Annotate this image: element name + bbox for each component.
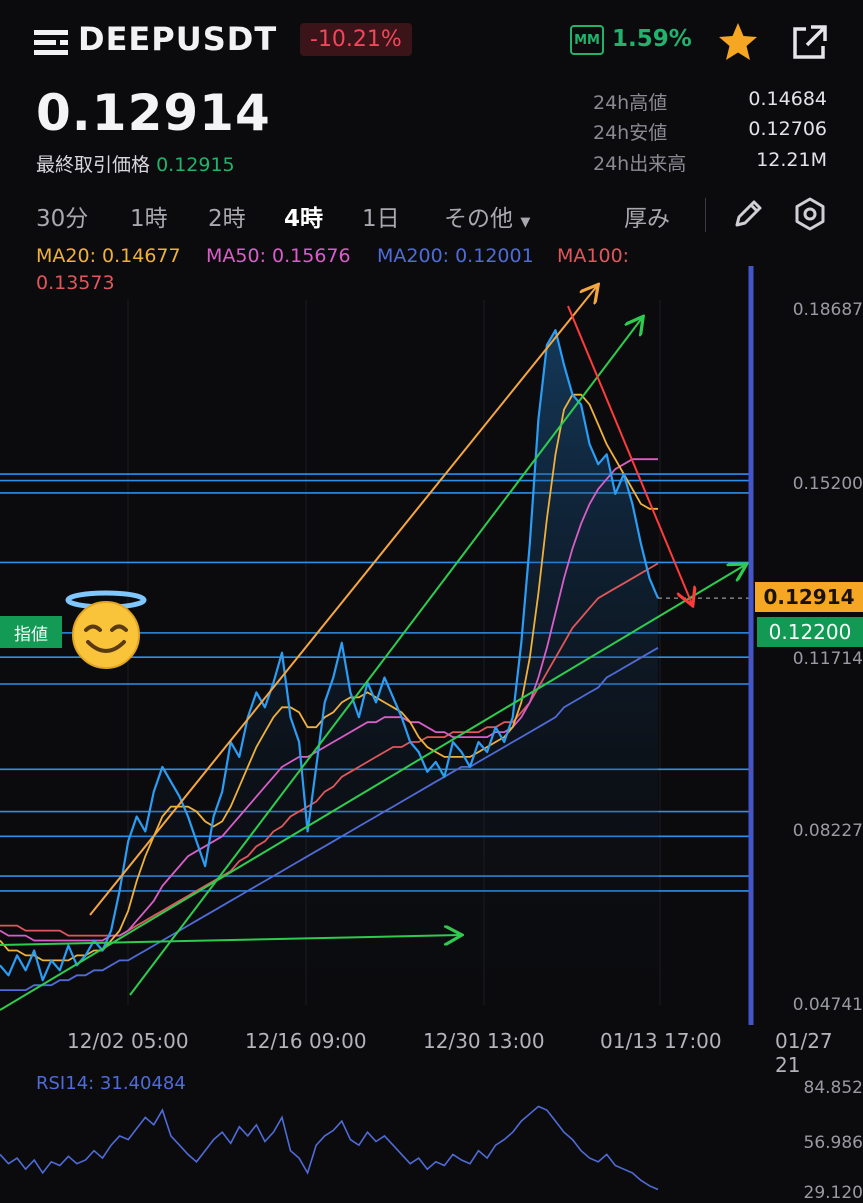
menu-icon[interactable] — [34, 28, 68, 56]
y-tick: 0.18687 — [792, 300, 863, 320]
y-tick: 0.04741 — [792, 995, 863, 1015]
tab-more[interactable]: その他 ▼ — [444, 199, 530, 233]
smiley-halo-emoji-icon — [65, 590, 147, 669]
pencil-icon[interactable] — [730, 196, 766, 232]
stat-volume-label: 24h出来高 — [593, 153, 687, 175]
rsi-legend: RSI14: 31.40484 — [36, 1073, 186, 1094]
x-tick: 01/27 21 — [775, 1029, 833, 1077]
x-tick: 12/30 13:00 — [423, 1029, 545, 1053]
y-tick: 0.08227 — [792, 821, 863, 841]
caret-down-icon: ▼ — [520, 215, 531, 230]
current-price: 0.12914 — [36, 84, 271, 142]
last-price-label: 最終取引価格 — [36, 154, 151, 176]
y-tick: 0.15200 — [792, 474, 863, 494]
stat-volume-value: 12.21M — [756, 149, 827, 171]
tab-30m[interactable]: 30分 — [36, 199, 88, 233]
x-tick: 12/02 05:00 — [67, 1029, 189, 1053]
gear-icon[interactable] — [792, 196, 828, 232]
price-chart[interactable] — [0, 240, 863, 1200]
last-price-row: 最終取引価格 0.12915 — [36, 150, 235, 177]
ma20-legend: MA20: 0.14677 — [36, 245, 181, 267]
limit-order-tag[interactable]: 指値 — [0, 616, 62, 648]
last-price-value: 0.12915 — [156, 154, 235, 176]
depth-button[interactable]: 厚み — [624, 199, 670, 233]
tab-2h[interactable]: 2時 — [208, 199, 246, 233]
x-tick: 01/13 17:00 — [600, 1029, 722, 1053]
change-badge: -10.21% — [300, 23, 412, 56]
tab-more-label: その他 — [444, 206, 513, 232]
ma100-legend-value: 0.13573 — [36, 272, 115, 294]
ma100-legend: MA100: — [557, 245, 630, 267]
x-tick: 12/16 09:00 — [245, 1029, 367, 1053]
tab-1h[interactable]: 1時 — [130, 199, 168, 233]
stat-high-value: 0.14684 — [748, 88, 827, 110]
stat-low-label: 24h安値 — [593, 122, 668, 144]
toolbar-divider — [705, 198, 706, 232]
tab-1d[interactable]: 1日 — [362, 199, 400, 233]
ma50-legend: MA50: 0.15676 — [206, 245, 351, 267]
tab-4h[interactable]: 4時 — [284, 199, 323, 233]
star-icon[interactable] — [716, 20, 760, 64]
order-price-label[interactable]: 0.12200 — [757, 617, 863, 647]
symbol-title[interactable]: DEEPUSDT — [78, 20, 277, 58]
stat-low-value: 0.12706 — [748, 118, 827, 140]
rsi-y-tick: 29.120 — [803, 1183, 863, 1203]
mm-badge[interactable]: MM — [570, 25, 604, 55]
y-tick: 0.11714 — [792, 649, 863, 669]
ma200-legend: MA200: 0.12001 — [377, 245, 534, 267]
mm-value: 1.59% — [612, 26, 692, 52]
rsi-line — [0, 1105, 659, 1191]
rsi-y-tick: 84.852 — [803, 1078, 863, 1098]
share-icon[interactable] — [790, 24, 828, 62]
rsi-y-tick: 56.986 — [803, 1133, 863, 1153]
current-price-label: 0.12914 — [755, 582, 863, 612]
stat-high-label: 24h高値 — [593, 92, 668, 114]
